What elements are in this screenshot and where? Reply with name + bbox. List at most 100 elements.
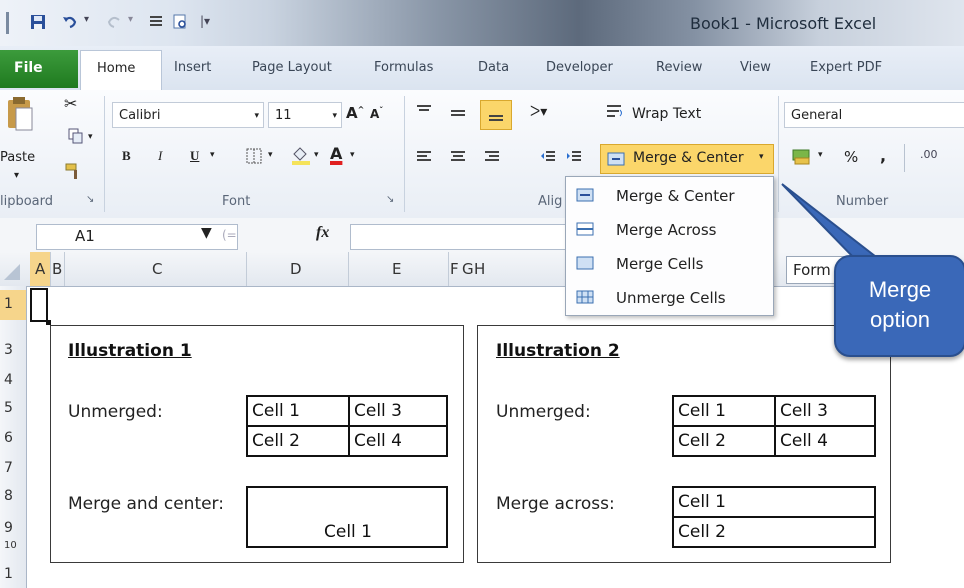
merge-option-callout: Merge option xyxy=(834,255,964,357)
undo-icon[interactable] xyxy=(62,14,78,30)
column-g-header[interactable]: G xyxy=(462,260,474,278)
copy-dropdown-icon[interactable]: ▾ xyxy=(88,132,93,142)
cancel-icon[interactable]: (= xyxy=(222,228,237,242)
align-left-icon[interactable] xyxy=(416,150,432,164)
column-separator xyxy=(448,252,449,286)
alignment-group-label: Alig xyxy=(538,194,563,209)
format-painter-icon[interactable] xyxy=(64,162,82,180)
merge-dropdown-icon[interactable]: ▾ xyxy=(759,152,764,162)
paste-dropdown-icon[interactable]: ▾ xyxy=(14,170,19,181)
tab-formulas[interactable]: Formulas xyxy=(374,60,433,75)
formula-input[interactable] xyxy=(350,224,582,250)
comma-button[interactable]: , xyxy=(880,146,886,165)
clipboard-launcher-icon[interactable]: ↘ xyxy=(86,194,94,205)
currency-icon[interactable] xyxy=(792,148,812,166)
tab-home[interactable]: Home xyxy=(80,50,162,91)
redo-dropdown-icon[interactable]: ▾ xyxy=(128,14,133,25)
align-right-icon[interactable] xyxy=(484,150,500,164)
paste-label[interactable]: Paste xyxy=(0,150,35,165)
row-11-header[interactable]: 1 xyxy=(4,566,13,582)
row-8-header[interactable]: 8 xyxy=(4,488,13,504)
row-9-header[interactable]: 9 xyxy=(4,520,13,536)
shrink-font-icon[interactable]: Aˇ xyxy=(370,106,383,121)
wrap-text-button[interactable]: Wrap Text xyxy=(632,106,701,122)
grow-font-icon[interactable]: A^ xyxy=(346,104,364,122)
copy-icon[interactable] xyxy=(68,128,84,144)
borders-dropdown-icon[interactable]: ▾ xyxy=(268,150,273,160)
increase-indent-icon[interactable] xyxy=(566,150,582,164)
row-6-header[interactable]: 6 xyxy=(4,430,13,446)
wrap-text-icon[interactable] xyxy=(606,104,624,120)
row-5-header[interactable]: 5 xyxy=(4,400,13,416)
column-a-header[interactable]: A xyxy=(30,252,50,286)
merge-and-center-label: Merge and center: xyxy=(68,494,224,514)
bold-button[interactable]: B xyxy=(122,148,131,164)
tab-review[interactable]: Review xyxy=(656,60,702,75)
cell-2: Cell 2 xyxy=(672,425,776,457)
menu-item-merge-center[interactable]: Merge & Center xyxy=(566,179,773,213)
middle-align-icon[interactable] xyxy=(450,106,466,120)
tab-expert-pdf[interactable]: Expert PDF xyxy=(810,60,882,75)
paste-icon[interactable] xyxy=(6,96,36,132)
tab-insert[interactable]: Insert xyxy=(174,60,211,75)
align-icon[interactable] xyxy=(148,14,164,30)
menu-item-label: Merge & Center xyxy=(616,187,735,205)
tab-view[interactable]: View xyxy=(740,60,771,75)
row-3-header[interactable]: 3 xyxy=(4,342,13,358)
borders-icon[interactable] xyxy=(246,148,262,164)
fill-color-icon[interactable] xyxy=(290,144,312,166)
tab-data[interactable]: Data xyxy=(478,60,509,75)
select-all-icon[interactable] xyxy=(4,264,20,280)
cell-3: Cell 3 xyxy=(774,395,876,427)
insert-function-icon[interactable]: fx xyxy=(316,224,329,242)
align-center-icon[interactable] xyxy=(450,150,466,164)
name-box-value: A1 xyxy=(75,227,95,245)
orientation-icon[interactable]: ᐳ▾ xyxy=(530,104,547,120)
print-preview-icon[interactable] xyxy=(172,14,188,30)
cut-icon[interactable]: ✂ xyxy=(64,94,77,113)
redo-icon[interactable] xyxy=(106,14,122,30)
row-4-header[interactable]: 4 xyxy=(4,372,13,388)
column-d-header[interactable]: D xyxy=(290,260,302,278)
decrease-indent-icon[interactable] xyxy=(540,150,556,164)
column-c-header[interactable]: C xyxy=(152,260,162,278)
active-cell-a1[interactable] xyxy=(30,288,48,322)
italic-button[interactable]: I xyxy=(158,148,162,164)
font-size-field[interactable]: 11 ▾ xyxy=(268,102,342,128)
currency-dropdown-icon[interactable]: ▾ xyxy=(818,150,823,160)
column-h-header[interactable]: H xyxy=(474,260,485,278)
underline-button[interactable]: U xyxy=(190,148,199,164)
top-align-icon[interactable] xyxy=(416,104,432,118)
chevron-down-icon[interactable]: ▼ xyxy=(201,225,212,241)
column-e-header[interactable]: E xyxy=(392,260,401,278)
font-size-value: 11 xyxy=(275,108,292,123)
name-box[interactable]: A1 ▼ xyxy=(36,224,238,250)
column-b-header[interactable]: B xyxy=(52,260,62,278)
underline-dropdown-icon[interactable]: ▾ xyxy=(210,150,215,160)
tab-file[interactable]: File xyxy=(0,50,78,88)
font-launcher-icon[interactable]: ↘ xyxy=(386,194,394,205)
font-color-dropdown-icon[interactable]: ▾ xyxy=(350,150,355,160)
number-format-field[interactable]: General xyxy=(784,102,964,128)
bottom-align-button[interactable] xyxy=(480,100,512,130)
customize-qat-icon[interactable]: |▾ xyxy=(200,14,210,28)
percent-button[interactable]: % xyxy=(844,148,858,166)
unmerged-label-2: Unmerged: xyxy=(496,402,591,422)
row-10-header[interactable]: 10 xyxy=(4,540,17,551)
merge-center-button[interactable]: Merge & Center ▾ xyxy=(600,144,774,174)
row-7-header[interactable]: 7 xyxy=(4,460,13,476)
menu-item-merge-across[interactable]: Merge Across xyxy=(566,213,773,247)
row-1-label: 1 xyxy=(4,296,13,312)
menu-item-merge-cells[interactable]: Merge Cells xyxy=(566,247,773,281)
undo-dropdown-icon[interactable]: ▾ xyxy=(84,14,89,25)
menu-item-unmerge-cells[interactable]: Unmerge Cells xyxy=(566,281,773,315)
column-f-header[interactable]: F xyxy=(450,260,459,278)
font-color-icon[interactable]: A xyxy=(330,144,342,163)
save-icon[interactable] xyxy=(30,14,46,30)
tab-page-layout[interactable]: Page Layout xyxy=(252,60,332,75)
font-name-field[interactable]: Calibri ▾ xyxy=(112,102,264,128)
fill-color-dropdown-icon[interactable]: ▾ xyxy=(314,150,319,160)
tab-developer[interactable]: Developer xyxy=(546,60,613,75)
row-1-header[interactable]: 1 xyxy=(0,290,26,320)
increase-decimal-button[interactable]: .00 xyxy=(920,148,938,161)
